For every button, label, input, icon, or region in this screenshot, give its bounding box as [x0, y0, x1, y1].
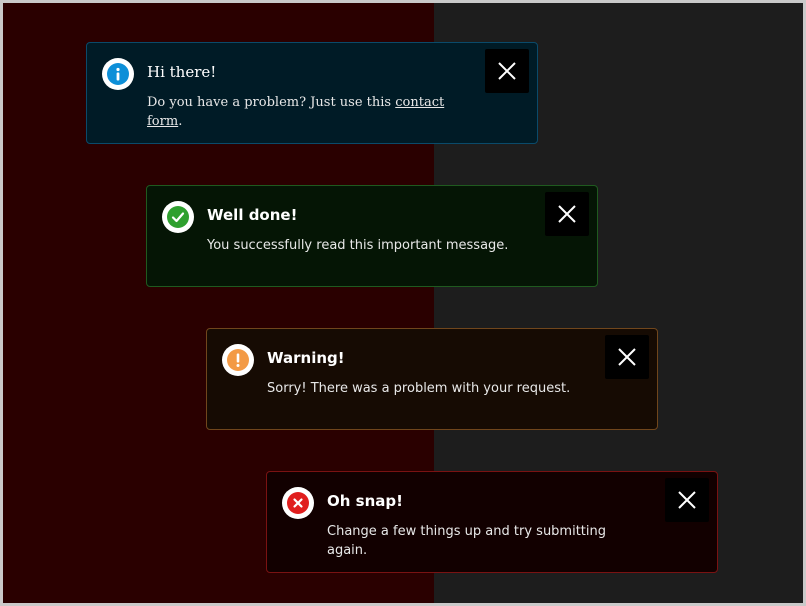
- warning-alert-close-button[interactable]: [605, 335, 649, 379]
- error-icon-badge: [282, 487, 314, 519]
- check-icon: [167, 206, 189, 228]
- x-icon: [287, 492, 309, 514]
- success-alert-close-button[interactable]: [545, 192, 589, 236]
- info-icon-badge: [102, 58, 134, 90]
- info-alert-message-end: .: [178, 114, 183, 129]
- success-alert: Well done! You successfully read this im…: [146, 185, 598, 287]
- exclamation-icon: [227, 349, 249, 371]
- success-alert-title: Well done!: [207, 206, 298, 224]
- close-icon: [498, 62, 516, 80]
- info-alert-title: Hi there!: [147, 63, 217, 81]
- warning-alert-message: Sorry! There was a problem with your req…: [267, 381, 571, 396]
- warning-alert: Warning! Sorry! There was a problem with…: [206, 328, 658, 430]
- info-alert-close-button[interactable]: [485, 49, 529, 93]
- error-alert: Oh snap! Change a few things up and try …: [266, 471, 718, 573]
- info-alert-message-text: Do you have a problem? Just use this: [147, 95, 396, 110]
- info-icon: [107, 63, 129, 85]
- close-icon: [558, 205, 576, 223]
- close-icon: [618, 348, 636, 366]
- warning-alert-title: Warning!: [267, 349, 345, 367]
- error-alert-title: Oh snap!: [327, 492, 403, 510]
- close-icon: [678, 491, 696, 509]
- warning-icon-badge: [222, 344, 254, 376]
- success-alert-message: You successfully read this important mes…: [207, 238, 509, 253]
- error-alert-message: Change a few things up and try submittin…: [327, 524, 607, 558]
- error-alert-close-button[interactable]: [665, 478, 709, 522]
- success-icon-badge: [162, 201, 194, 233]
- info-alert: Hi there! Do you have a problem? Just us…: [86, 42, 538, 144]
- info-alert-message: Do you have a problem? Just use this con…: [147, 93, 467, 131]
- page-canvas: Hi there! Do you have a problem? Just us…: [3, 3, 803, 603]
